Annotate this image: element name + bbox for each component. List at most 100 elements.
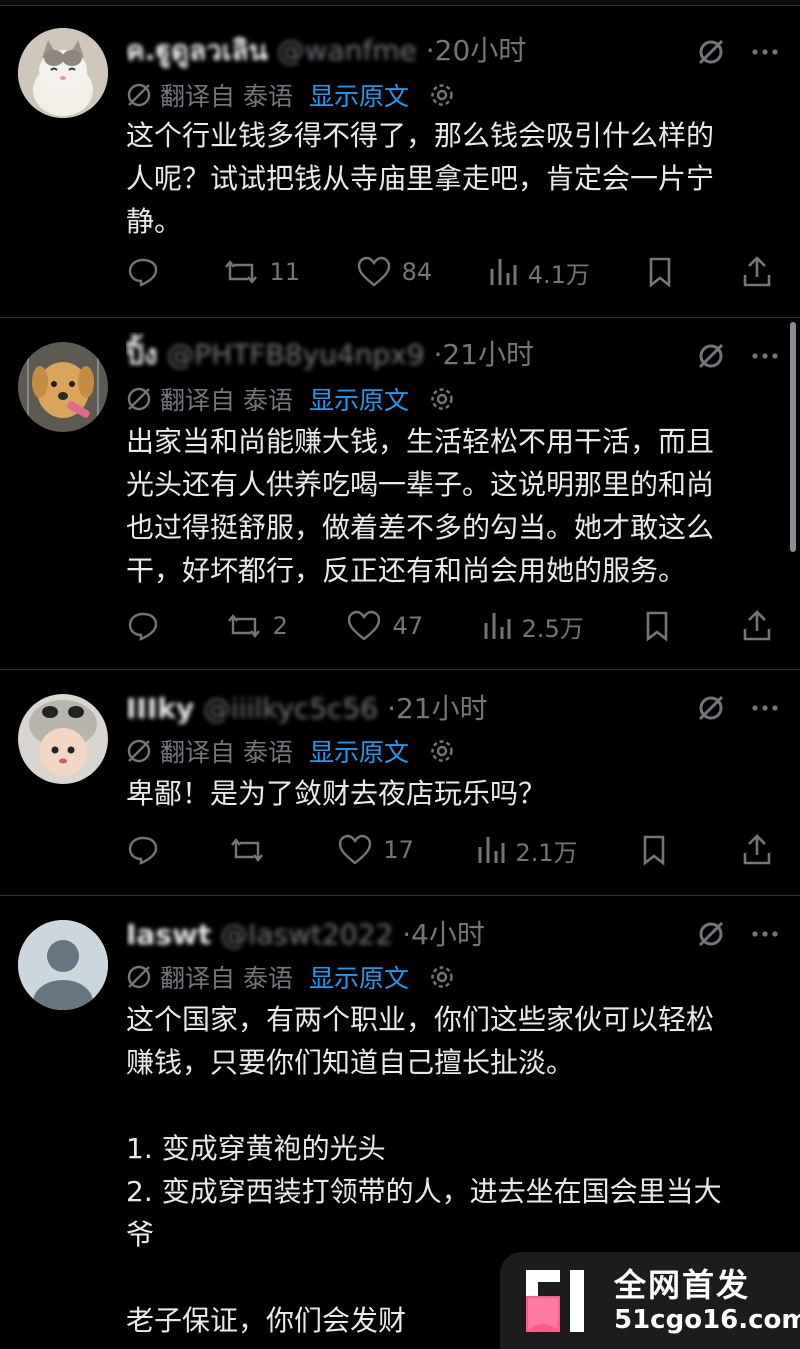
- tweet-3[interactable]: IIIky @iiilkyc5c56 ·21小时 翻译自 泰语 显示原文 卑鄙！…: [0, 670, 800, 896]
- action-bar: 17 2.1万: [126, 828, 781, 872]
- like-count: 84: [401, 258, 433, 286]
- retweet-button[interactable]: [228, 833, 276, 867]
- grok-icon[interactable]: [696, 37, 726, 67]
- bookmark-button[interactable]: [645, 255, 685, 289]
- like-button[interactable]: 17: [337, 833, 414, 867]
- timestamp[interactable]: ·21小时: [387, 692, 488, 725]
- display-name[interactable]: IIIky: [126, 692, 194, 725]
- tweet-header: ค.ฐูดูลวเลิน @wanfme ·20小时: [126, 28, 686, 74]
- retweet-button[interactable]: 2: [225, 609, 288, 643]
- translation-notice: 翻译自 泰语 显示原文: [126, 730, 455, 772]
- header-icons: [696, 686, 780, 730]
- more-icon[interactable]: [750, 919, 780, 949]
- settings-gear-icon[interactable]: [429, 386, 455, 412]
- reply-icon: [128, 258, 158, 287]
- translation-notice: 翻译自 泰语 显示原文: [126, 378, 455, 420]
- views-count: 2.5万: [521, 614, 584, 643]
- share-icon: [743, 256, 771, 287]
- views-icon: [478, 837, 505, 863]
- like-icon: [357, 256, 390, 287]
- retweet-count: 11: [269, 258, 301, 286]
- show-original-link[interactable]: 显示原文: [309, 381, 409, 417]
- translate-label: 翻译自 泰语: [160, 82, 293, 111]
- like-icon: [339, 834, 372, 865]
- display-name[interactable]: ปิ้ง: [126, 338, 157, 371]
- show-original-link[interactable]: 显示原文: [309, 959, 409, 995]
- bookmark-icon: [647, 611, 668, 642]
- settings-gear-icon[interactable]: [429, 82, 455, 108]
- grok-icon[interactable]: [696, 693, 726, 723]
- header-icons: [696, 912, 780, 956]
- bookmark-icon: [650, 257, 671, 288]
- like-button[interactable]: 47: [346, 609, 423, 643]
- tweet-text: 这个行业钱多得不得了，那么钱会吸引什么样的 人呢？试试把钱从寺庙里拿走吧，肯定会…: [126, 119, 715, 238]
- tweet-header: ปิ้ง @PHTFB8yu4npx9 ·21小时: [126, 332, 686, 378]
- header-icons: [696, 334, 780, 378]
- tweet-2[interactable]: ปิ้ง @PHTFB8yu4npx9 ·21小时 翻译自 泰语 显示原文 出家…: [0, 318, 800, 670]
- translate-label: 翻译自 泰语: [160, 738, 293, 767]
- grok-icon[interactable]: [696, 919, 726, 949]
- more-icon[interactable]: [750, 693, 780, 723]
- views-icon: [490, 259, 517, 285]
- more-icon[interactable]: [750, 37, 780, 67]
- avatar[interactable]: [18, 694, 108, 784]
- like-button[interactable]: 84: [356, 255, 433, 289]
- bookmark-button[interactable]: [639, 833, 679, 867]
- views-button[interactable]: 2.5万: [482, 609, 584, 644]
- views-button[interactable]: 2.1万: [476, 833, 578, 868]
- reply-button[interactable]: [126, 609, 166, 643]
- tweet-text: 卑鄙！是为了敛财去夜店玩乐吗？: [126, 777, 547, 810]
- avatar[interactable]: [18, 342, 108, 432]
- reply-button[interactable]: [126, 255, 166, 289]
- user-handle[interactable]: @Iaswt2022: [220, 918, 393, 951]
- tweet-1[interactable]: ค.ฐูดูลวเลิน @wanfme ·20小时 翻译自 泰语 显示原文 这…: [0, 6, 800, 318]
- display-name[interactable]: ค.ฐูดูลวเลิน: [126, 34, 268, 67]
- like-icon: [348, 610, 381, 641]
- share-icon: [743, 834, 771, 865]
- timestamp[interactable]: ·20小时: [426, 34, 527, 67]
- retweet-button[interactable]: 11: [222, 255, 301, 289]
- retweet-icon: [227, 614, 260, 638]
- watermark-logo: [522, 1266, 598, 1336]
- settings-gear-icon[interactable]: [429, 964, 455, 990]
- views-icon: [484, 613, 511, 639]
- tweet-header: Iaswt @Iaswt2022 ·4小时: [126, 912, 686, 958]
- like-count: 17: [383, 836, 414, 864]
- show-original-link[interactable]: 显示原文: [309, 77, 409, 113]
- watermark: 全网首发 51cgo16.com: [500, 1252, 800, 1349]
- share-button[interactable]: [741, 833, 781, 867]
- user-handle[interactable]: @iiilkyc5c56: [203, 692, 378, 725]
- timestamp[interactable]: ·21小时: [433, 338, 534, 371]
- translation-notice: 翻译自 泰语 显示原文: [126, 74, 455, 116]
- reply-icon: [128, 836, 158, 865]
- scrollbar[interactable]: [790, 322, 796, 552]
- translate-globe-icon: [126, 82, 152, 108]
- views-button[interactable]: 4.1万: [488, 255, 590, 290]
- retweet-count: 2: [272, 612, 288, 640]
- action-bar: 11 84 4.1万: [126, 250, 781, 294]
- avatar[interactable]: [18, 920, 108, 1010]
- share-button[interactable]: [741, 255, 781, 289]
- translate-globe-icon: [126, 386, 152, 412]
- bookmark-button[interactable]: [642, 609, 682, 643]
- header-icons: [696, 30, 780, 74]
- user-handle[interactable]: @wanfme: [277, 34, 417, 67]
- views-count: 2.1万: [515, 838, 578, 867]
- display-name[interactable]: Iaswt: [126, 918, 211, 951]
- avatar[interactable]: [18, 28, 108, 118]
- user-handle[interactable]: @PHTFB8yu4npx9: [166, 338, 424, 371]
- more-icon[interactable]: [750, 341, 780, 371]
- translate-globe-icon: [126, 964, 152, 990]
- translate-globe-icon: [126, 738, 152, 764]
- share-button[interactable]: [741, 609, 781, 643]
- show-original-link[interactable]: 显示原文: [309, 733, 409, 769]
- like-count: 47: [392, 612, 424, 640]
- bookmark-icon: [644, 835, 665, 866]
- tweet-text: 出家当和尚能赚大钱，生活轻松不用干活，而且 光头还有人供养吃喝一辈子。这说明那里…: [126, 425, 715, 587]
- tweet-header: IIIky @iiilkyc5c56 ·21小时: [126, 686, 686, 732]
- timestamp[interactable]: ·4小时: [402, 918, 485, 951]
- grok-icon[interactable]: [696, 341, 726, 371]
- reply-button[interactable]: [126, 833, 166, 867]
- retweet-icon: [230, 838, 263, 862]
- settings-gear-icon[interactable]: [429, 738, 455, 764]
